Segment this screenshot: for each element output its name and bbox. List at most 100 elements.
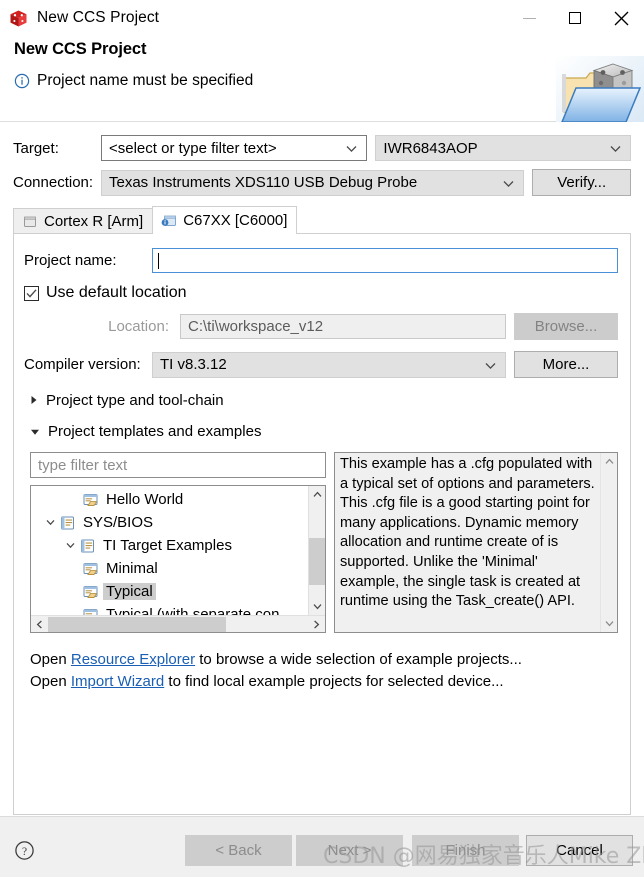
tree-item-hello-world[interactable]: Hello World <box>31 488 308 511</box>
section-templates[interactable]: Project templates and examples <box>30 423 618 440</box>
tree-item-minimal[interactable]: Minimal <box>31 557 308 580</box>
help-links: Open Resource Explorer to browse a wide … <box>30 651 618 690</box>
more-button-label: More... <box>542 356 590 373</box>
browse-button-label: Browse... <box>534 318 598 335</box>
description-scrollbar[interactable] <box>600 453 617 632</box>
tree-item-label: TI Target Examples <box>103 537 232 554</box>
chevron-down-icon <box>485 356 496 373</box>
project-name-input[interactable] <box>152 248 618 273</box>
template-filter-placeholder: type filter text <box>38 456 128 474</box>
location-field: C:\ti\workspace_v12 <box>180 314 506 339</box>
template-filter-input[interactable]: type filter text <box>30 452 326 478</box>
tree-vertical-scrollbar[interactable] <box>308 486 325 615</box>
finish-button: Finish <box>412 835 519 866</box>
dialog-footer: ? < Back Next > Finish Cancel CSDN @网易独家… <box>0 816 644 877</box>
title-bar: New CCS Project <box>0 0 644 36</box>
tab-c67xx-c6000-label: C67XX [C6000] <box>183 212 288 229</box>
tree-item-label: Minimal <box>106 560 158 577</box>
help-icon[interactable]: ? <box>14 840 35 861</box>
import-wizard-line: Open Import Wizard to find local example… <box>30 673 618 690</box>
tree-item-ti-target-examples[interactable]: TI Target Examples <box>31 534 308 557</box>
tree-horizontal-scrollbar[interactable] <box>31 615 325 632</box>
scroll-up-icon[interactable] <box>605 453 614 470</box>
location-row: Location: C:\ti\workspace_v12 Browse... <box>24 313 618 340</box>
page-title: New CCS Project <box>14 40 147 58</box>
use-default-location-checkbox[interactable] <box>24 285 39 301</box>
template-tree-items: Hello World SYS/BIOS TI Target Examples … <box>31 486 308 615</box>
target-filter-value: <select or type filter text> <box>109 139 277 157</box>
close-button[interactable] <box>598 1 644 35</box>
scroll-down-icon[interactable] <box>605 615 614 632</box>
maximize-icon <box>569 12 581 24</box>
template-icon <box>82 492 99 508</box>
validation-message-row: Project name must be specified <box>14 72 644 90</box>
target-device-value: IWR6843AOP <box>383 139 478 157</box>
tree-item-typical-separate-config[interactable]: Typical (with separate con <box>31 603 308 615</box>
link-prefix: Open <box>30 673 71 690</box>
verify-button-label: Verify... <box>557 174 607 191</box>
location-value: C:\ti\workspace_v12 <box>188 318 324 335</box>
wizard-buttons: < Back Next > Finish Cancel <box>185 835 633 866</box>
tree-item-label: Hello World <box>106 491 184 508</box>
tree-item-sys-bios[interactable]: SYS/BIOS <box>31 511 308 534</box>
compiler-version-value: TI v8.3.12 <box>160 356 227 373</box>
project-name-row: Project name: <box>24 248 618 273</box>
template-icon <box>82 607 99 615</box>
ccs-cube-icon <box>9 9 28 28</box>
use-default-location-row[interactable]: Use default location <box>24 284 618 302</box>
scroll-left-icon[interactable] <box>31 620 48 629</box>
templates-area: type filter text Hello World SYS/BIOS TI… <box>30 452 618 633</box>
svg-text:?: ? <box>22 846 27 858</box>
chip-info-icon <box>161 213 177 228</box>
tree-twisty-expanded[interactable] <box>42 519 59 526</box>
tree-scroll-thumb[interactable] <box>309 538 325 585</box>
use-default-location-label: Use default location <box>46 284 187 301</box>
connection-combo[interactable]: Texas Instruments XDS110 USB Debug Probe <box>101 169 525 196</box>
target-label: Target: <box>13 139 59 157</box>
chevron-down-icon <box>346 140 357 157</box>
dialog-body: Target: <select or type filter text> IWR… <box>0 122 644 816</box>
cancel-button[interactable]: Cancel <box>526 835 633 866</box>
section-project-type-label: Project type and tool-chain <box>46 392 224 409</box>
browse-button: Browse... <box>514 313 618 340</box>
resource-explorer-link[interactable]: Resource Explorer <box>71 651 195 668</box>
link-suffix: to find local example projects for selec… <box>164 673 504 690</box>
tree-item-typical[interactable]: Typical <box>31 580 308 603</box>
validation-message: Project name must be specified <box>37 72 254 89</box>
tree-item-label: Typical (with separate con <box>106 606 280 615</box>
template-tree-body: Hello World SYS/BIOS TI Target Examples … <box>31 486 325 615</box>
tree-item-label: SYS/BIOS <box>83 514 154 531</box>
connection-label: Connection: <box>13 174 94 191</box>
section-project-type[interactable]: Project type and tool-chain <box>30 392 618 409</box>
close-icon <box>614 11 628 25</box>
template-description-text: This example has a .cfg populated with a… <box>340 456 595 610</box>
tab-c67xx-c6000[interactable]: C67XX [C6000] <box>152 206 298 234</box>
location-label: Location: <box>108 318 169 335</box>
tab-cortex-r-arm-label: Cortex R [Arm] <box>44 213 144 230</box>
verify-button[interactable]: Verify... <box>532 169 631 196</box>
cpu-tabs: Cortex R [Arm] C67XX [C6000] <box>13 206 631 234</box>
chevron-down-icon <box>30 423 40 440</box>
target-row: Target: <select or type filter text> IWR… <box>13 135 631 161</box>
tab-cortex-r-arm[interactable]: Cortex R [Arm] <box>13 208 154 234</box>
back-button-label: < Back <box>215 842 262 859</box>
window-controls <box>506 0 644 36</box>
target-device-combo[interactable]: IWR6843AOP <box>375 135 631 161</box>
scroll-right-icon[interactable] <box>308 620 325 629</box>
more-button[interactable]: More... <box>514 351 618 378</box>
minimize-icon <box>522 17 536 19</box>
scroll-down-icon[interactable] <box>309 598 325 615</box>
import-wizard-link[interactable]: Import Wizard <box>71 673 164 690</box>
tree-twisty-expanded[interactable] <box>62 542 79 549</box>
maximize-button[interactable] <box>552 1 598 35</box>
scroll-up-icon[interactable] <box>313 486 322 503</box>
text-caret <box>158 253 159 269</box>
cancel-button-label: Cancel <box>556 842 603 859</box>
target-filter-combo[interactable]: <select or type filter text> <box>101 135 368 161</box>
link-suffix: to browse a wide selection of example pr… <box>195 651 522 668</box>
compiler-version-combo[interactable]: TI v8.3.12 <box>152 351 506 378</box>
tree-hscroll-thumb[interactable] <box>48 617 226 632</box>
category-icon <box>79 538 96 554</box>
minimize-button[interactable] <box>506 1 552 35</box>
finish-button-label: Finish <box>445 842 486 859</box>
